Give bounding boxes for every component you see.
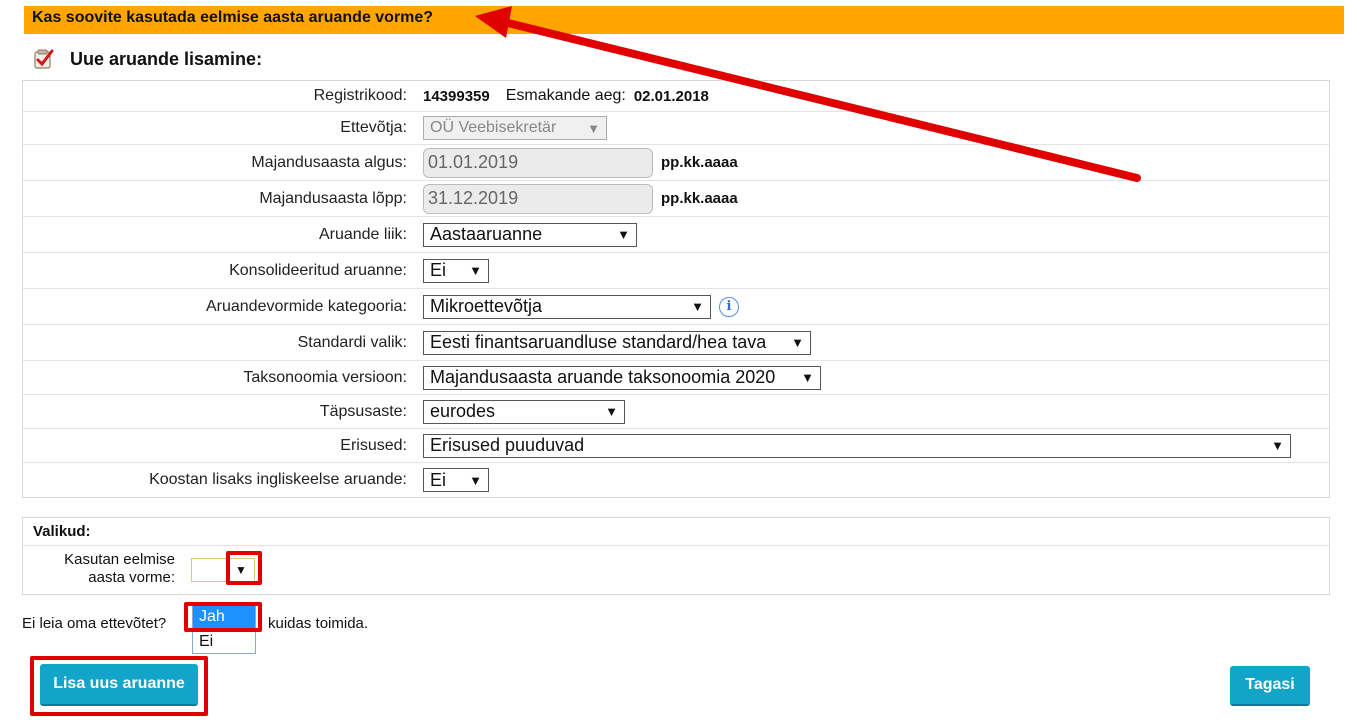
chevron-down-icon: ▼ xyxy=(587,120,600,136)
row-ettevotja: Ettevõtja: OÜ Veebisekretär ▼ xyxy=(23,112,1329,145)
chevron-down-icon: ▼ xyxy=(469,263,482,278)
konsolideeritud-select[interactable]: Ei ▼ xyxy=(423,258,489,283)
row-tapsusaste: Täpsusaste: eurodes ▼ xyxy=(23,395,1329,429)
algus-label: Majandusaasta algus: xyxy=(251,153,407,171)
row-registrikood: Registrikood: 14399359 Esmakande aeg: 02… xyxy=(23,81,1329,112)
liik-label: Aruande liik: xyxy=(318,225,407,243)
esmakande-value: 02.01.2018 xyxy=(633,87,709,105)
algus-input[interactable]: 01.01.2019 xyxy=(423,147,653,178)
ettevotja-label: Ettevõtja: xyxy=(340,119,407,136)
row-taksonoomia: Taksonoomia versioon: Majandusaasta arua… xyxy=(23,361,1329,395)
section-title: Uue aruande lisamine: xyxy=(32,44,262,74)
tapsusaste-select[interactable]: eurodes ▼ xyxy=(423,399,625,424)
back-button[interactable]: Tagasi xyxy=(1230,666,1310,706)
options-box: Valikud: Kasutan eelmise aasta vorme: ▼ xyxy=(22,517,1330,595)
algus-hint: pp.kk.aaaa xyxy=(661,154,738,171)
standard-label: Standardi valik: xyxy=(297,333,407,351)
kategooria-label: Aruandevormide kategooria: xyxy=(205,297,407,315)
erisused-value: Erisused puuduvad xyxy=(430,435,585,455)
liik-select[interactable]: Aastaaruanne ▼ xyxy=(423,222,637,247)
konsolideeritud-value: Ei xyxy=(430,260,447,280)
dropdown-option-ei[interactable]: Ei xyxy=(193,631,255,653)
options-title: Valikud: xyxy=(23,518,1329,546)
chevron-down-icon: ▼ xyxy=(469,472,482,488)
taksonoomia-select[interactable]: Majandusaasta aruande taksonoomia 2020 ▼ xyxy=(423,365,821,390)
chevron-down-icon: ▼ xyxy=(691,299,704,314)
row-liik: Aruande liik: Aastaaruanne ▼ xyxy=(23,217,1329,253)
chevron-down-icon: ▼ xyxy=(605,404,618,419)
info-icon[interactable]: i xyxy=(719,296,739,317)
chevron-down-icon: ▼ xyxy=(617,227,630,242)
row-algus: Majandusaasta algus: 01.01.2019 pp.kk.aa… xyxy=(23,145,1329,181)
tapsusaste-value: eurodes xyxy=(430,401,496,421)
kategooria-select[interactable]: Mikroettevõtja ▼ xyxy=(423,294,711,319)
liik-value: Aastaaruanne xyxy=(430,224,543,244)
lopp-input[interactable]: 31.12.2019 xyxy=(423,183,653,214)
ettevotja-value: OÜ Veebisekretär xyxy=(430,119,557,136)
registrikood-value: 14399359 xyxy=(423,87,490,105)
row-standard: Standardi valik: Eesti finantsaruandluse… xyxy=(23,325,1329,361)
previous-forms-label-line1: Kasutan eelmise xyxy=(64,551,175,568)
taksonoomia-label: Taksonoomia versioon: xyxy=(243,368,407,386)
annotation-highlight-dropdown-arrow xyxy=(226,551,262,585)
ettevotja-select: OÜ Veebisekretär ▼ xyxy=(423,116,607,140)
previous-forms-label-line2: aasta vorme: xyxy=(88,569,175,586)
registrikood-label: Registrikood: xyxy=(313,87,407,104)
annotation-highlight-jah xyxy=(184,602,262,632)
tapsusaste-label: Täpsusaste: xyxy=(319,402,407,420)
row-konsolideeritud: Konsolideeritud aruanne: Ei ▼ xyxy=(23,253,1329,289)
kategooria-value: Mikroettevõtja xyxy=(430,296,543,316)
erisused-select[interactable]: Erisused puuduvad ▼ xyxy=(423,433,1291,458)
report-checklist-icon xyxy=(34,49,54,69)
chevron-down-icon: ▼ xyxy=(791,335,804,350)
help-text-before: Ei leia oma ettevõtet? xyxy=(22,615,167,632)
report-form: Registrikood: 14399359 Esmakande aeg: 02… xyxy=(22,80,1330,498)
inglise-select[interactable]: Ei ▼ xyxy=(423,468,489,492)
inglise-value: Ei xyxy=(430,469,447,490)
standard-value: Eesti finantsaruandluse standard/hea tav… xyxy=(430,332,767,352)
standard-select[interactable]: Eesti finantsaruandluse standard/hea tav… xyxy=(423,330,811,355)
chevron-down-icon: ▼ xyxy=(1271,438,1284,453)
konsolideeritud-label: Konsolideeritud aruanne: xyxy=(229,261,407,279)
taksonoomia-value: Majandusaasta aruande taksonoomia 2020 xyxy=(430,367,776,387)
section-title-text: Uue aruande lisamine: xyxy=(70,48,263,69)
esmakande-label: Esmakande aeg: xyxy=(505,87,626,104)
chevron-down-icon: ▼ xyxy=(801,370,814,385)
previous-forms-label: Kasutan eelmise aasta vorme: xyxy=(39,551,175,587)
row-kategooria: Aruandevormide kategooria: Mikroettevõtj… xyxy=(23,289,1329,325)
row-erisused: Erisused: Erisused puuduvad ▼ xyxy=(23,429,1329,463)
annotation-highlight-add-button xyxy=(30,656,208,716)
lopp-hint: pp.kk.aaaa xyxy=(661,190,738,207)
erisused-label: Erisused: xyxy=(340,436,407,454)
inglise-label: Koostan lisaks ingliskeelse aruande: xyxy=(149,471,407,488)
question-banner: Kas soovite kasutada eelmise aasta aruan… xyxy=(24,6,1344,34)
row-lopp: Majandusaasta lõpp: 31.12.2019 pp.kk.aaa… xyxy=(23,181,1329,217)
row-inglise: Koostan lisaks ingliskeelse aruande: Ei ▼ xyxy=(23,463,1329,497)
help-text-after: kuidas toimida. xyxy=(268,615,369,632)
lopp-label: Majandusaasta lõpp: xyxy=(259,189,407,207)
